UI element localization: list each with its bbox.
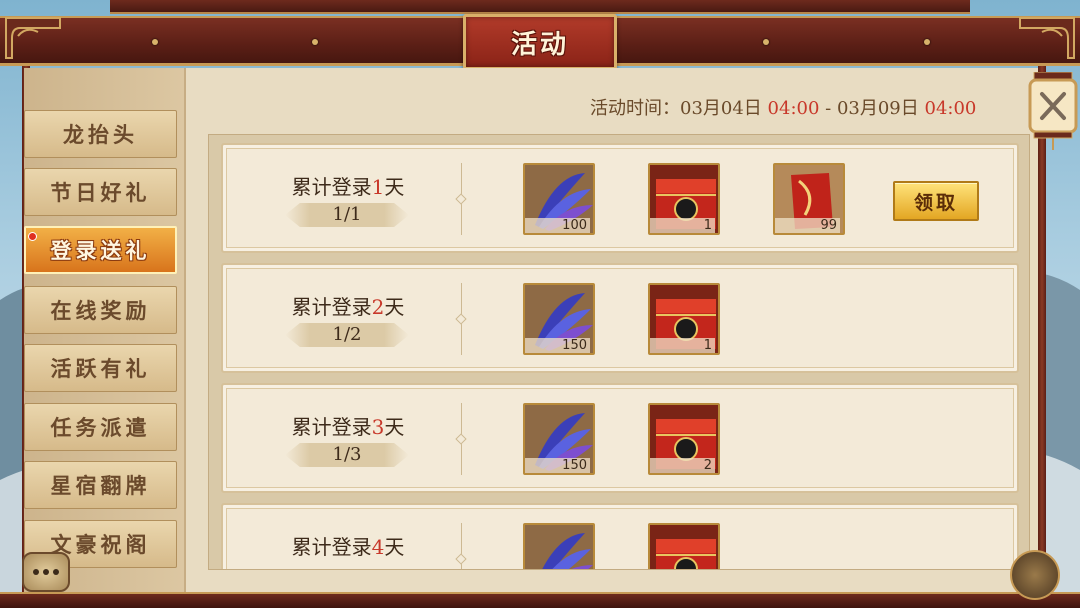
item-count: 1: [650, 218, 715, 233]
item-count: 2: [650, 458, 715, 473]
sidebar: 龙抬头 节日好礼 登录送礼 在线奖励 活跃有礼 任务派遣 星宿翻牌 文豪祝阁: [24, 68, 184, 592]
end-time: 04:00: [924, 98, 977, 119]
row-title: 累计登录1天: [291, 175, 405, 199]
stud-icon: [312, 39, 318, 45]
reward-item[interactable]: 150: [523, 403, 595, 475]
divider-diamond-icon: [455, 553, 467, 565]
divider-diamond-icon: [455, 193, 467, 205]
stud-icon: [924, 39, 930, 45]
row-title: 累计登录2天: [291, 295, 405, 319]
sidebar-item-label: 龙抬头: [63, 122, 138, 147]
feather-icon: [525, 525, 593, 569]
sidebar-item-longtaitou[interactable]: 龙抬头: [24, 110, 177, 158]
chat-icon: [33, 569, 39, 575]
start-time: 04:00: [767, 98, 820, 119]
sidebar-item-label: 任务派遣: [50, 415, 151, 440]
red-chest-icon: [650, 525, 718, 569]
item-count: 1: [650, 338, 715, 353]
list-item: 累计登录1天 1/1 100 1 99 领取: [221, 143, 1019, 253]
row-title: 累计登录3天: [291, 415, 405, 439]
reward-item[interactable]: 100: [523, 163, 595, 235]
activity-time-label: 活动时间：: [590, 98, 680, 119]
row-progress: 1/2: [285, 323, 409, 347]
sidebar-item-label: 活跃有礼: [50, 356, 151, 381]
reward-item[interactable]: 99: [773, 163, 845, 235]
list-item: 累计登录2天 1/2 150 1: [221, 263, 1019, 373]
corner-ornament-right: [1019, 17, 1075, 59]
sidebar-item-dispatch[interactable]: 任务派遣: [24, 403, 177, 451]
sidebar-item-festival-gift[interactable]: 节日好礼: [24, 168, 177, 216]
menu-orb-button[interactable]: [1010, 550, 1060, 600]
item-count: 99: [775, 218, 840, 233]
item-count: 100: [525, 218, 590, 233]
chat-button[interactable]: [22, 552, 70, 592]
sidebar-item-active-gift[interactable]: 活跃有礼: [24, 344, 177, 392]
reward-item[interactable]: 150: [523, 283, 595, 355]
divider-diamond-icon: [455, 433, 467, 445]
sidebar-item-label: 在线奖励: [50, 298, 151, 323]
sidebar-item-login-gift[interactable]: 登录送礼: [24, 226, 177, 274]
reward-item[interactable]: 2: [648, 403, 720, 475]
sidebar-item-label: 节日好礼: [50, 180, 151, 205]
stud-icon: [152, 39, 158, 45]
sidebar-item-label: 登录送礼: [50, 238, 151, 263]
sidebar-item-online-reward[interactable]: 在线奖励: [24, 286, 177, 334]
reward-item[interactable]: 1: [648, 283, 720, 355]
reward-list[interactable]: 累计登录1天 1/1 100 1 99 领取 累计登录2天 1/2 150 1: [208, 134, 1030, 570]
row-title: 累计登录4天: [291, 535, 405, 559]
reward-item[interactable]: 1: [648, 163, 720, 235]
chat-dot: [53, 569, 59, 575]
activity-time: 活动时间：03月04日 04:00 - 03月09日 04:00: [590, 94, 976, 120]
claim-button[interactable]: 领取: [893, 181, 979, 221]
start-date: 03月04日: [680, 98, 762, 119]
sidebar-item-label: 星宿翻牌: [50, 473, 151, 498]
reward-item[interactable]: [523, 523, 595, 569]
notification-dot-icon: [28, 232, 37, 241]
row-progress: 1/3: [285, 443, 409, 467]
close-button[interactable]: [1028, 72, 1078, 150]
reward-item[interactable]: [648, 523, 720, 569]
roof-beam: [110, 0, 970, 14]
page-title: 活动: [510, 29, 569, 60]
bottom-frame: [0, 592, 1080, 608]
sidebar-item-star-flip[interactable]: 星宿翻牌: [24, 461, 177, 509]
end-date: 03月09日: [836, 98, 919, 119]
item-count: 150: [525, 458, 590, 473]
stud-icon: [763, 39, 769, 45]
divider-diamond-icon: [455, 313, 467, 325]
time-separator: -: [819, 98, 837, 119]
row-progress: 1/1: [285, 203, 409, 227]
list-item: 累计登录4天: [221, 503, 1019, 569]
chat-dot: [43, 569, 49, 575]
title-plaque: 活动: [463, 14, 617, 70]
list-item: 累计登录3天 1/3 150 2: [221, 383, 1019, 493]
item-count: 150: [525, 338, 590, 353]
corner-ornament-left: [5, 17, 61, 59]
